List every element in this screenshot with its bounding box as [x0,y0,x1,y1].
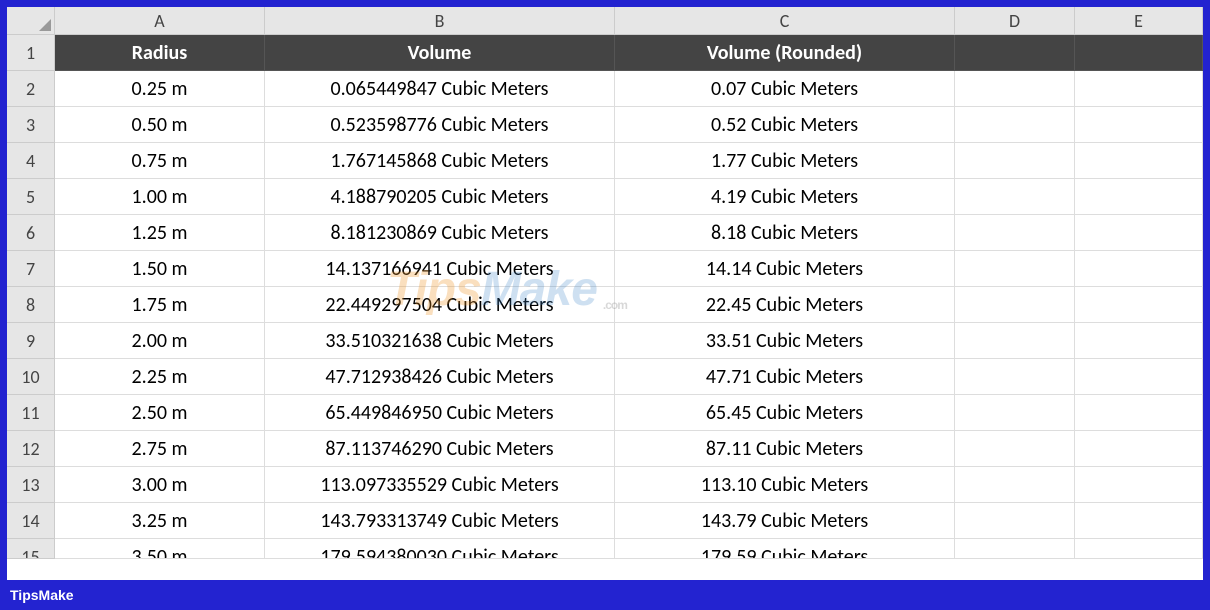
cell-A9[interactable]: 2.00 m [55,323,265,359]
cell-C2[interactable]: 0.07 Cubic Meters [615,71,955,107]
col-header-E[interactable]: E [1075,7,1203,35]
col-header-A[interactable]: A [55,7,265,35]
cell-B1-header-volume[interactable]: Volume [265,35,615,71]
cell-B14[interactable]: 143.793313749 Cubic Meters [265,503,615,539]
cell-B13[interactable]: 113.097335529 Cubic Meters [265,467,615,503]
cell-D1[interactable] [955,35,1075,71]
cell-A5[interactable]: 1.00 m [55,179,265,215]
cell-B3[interactable]: 0.523598776 Cubic Meters [265,107,615,143]
cell-E14[interactable] [1075,503,1203,539]
col-header-C[interactable]: C [615,7,955,35]
cell-C3[interactable]: 0.52 Cubic Meters [615,107,955,143]
cell-E5[interactable] [1075,179,1203,215]
cell-D13[interactable] [955,467,1075,503]
cell-D3[interactable] [955,107,1075,143]
cell-B10[interactable]: 47.712938426 Cubic Meters [265,359,615,395]
cell-D8[interactable] [955,287,1075,323]
cell-B4[interactable]: 1.767145868 Cubic Meters [265,143,615,179]
cell-E2[interactable] [1075,71,1203,107]
col-header-B[interactable]: B [265,7,615,35]
cell-A12[interactable]: 2.75 m [55,431,265,467]
cell-D15[interactable] [955,539,1075,559]
row-header-11[interactable]: 11 [7,395,55,431]
cell-E6[interactable] [1075,215,1203,251]
cell-C1-header-volume-rounded[interactable]: Volume (Rounded) [615,35,955,71]
cell-B5[interactable]: 4.188790205 Cubic Meters [265,179,615,215]
row-header-8[interactable]: 8 [7,287,55,323]
cell-E12[interactable] [1075,431,1203,467]
cell-D14[interactable] [955,503,1075,539]
cell-A7[interactable]: 1.50 m [55,251,265,287]
cell-E10[interactable] [1075,359,1203,395]
cell-B15[interactable]: 179.594380030 Cubic Meters [265,539,615,559]
row-header-3[interactable]: 3 [7,107,55,143]
cell-E13[interactable] [1075,467,1203,503]
cell-B7[interactable]: 14.137166941 Cubic Meters [265,251,615,287]
cell-A13[interactable]: 3.00 m [55,467,265,503]
row-header-13[interactable]: 13 [7,467,55,503]
cell-A3[interactable]: 0.50 m [55,107,265,143]
cell-E7[interactable] [1075,251,1203,287]
cell-B11[interactable]: 65.449846950 Cubic Meters [265,395,615,431]
cell-C11[interactable]: 65.45 Cubic Meters [615,395,955,431]
cell-C12[interactable]: 87.11 Cubic Meters [615,431,955,467]
spreadsheet-grid: A B C D E 1 Radius Volume Volume (Rounde… [7,7,1203,559]
cell-C7[interactable]: 14.14 Cubic Meters [615,251,955,287]
cell-D7[interactable] [955,251,1075,287]
row-header-4[interactable]: 4 [7,143,55,179]
row-header-2[interactable]: 2 [7,71,55,107]
cell-D9[interactable] [955,323,1075,359]
cell-A6[interactable]: 1.25 m [55,215,265,251]
row-header-5[interactable]: 5 [7,179,55,215]
cell-E4[interactable] [1075,143,1203,179]
row-header-10[interactable]: 10 [7,359,55,395]
cell-D10[interactable] [955,359,1075,395]
cell-D2[interactable] [955,71,1075,107]
cell-D6[interactable] [955,215,1075,251]
cell-A8[interactable]: 1.75 m [55,287,265,323]
select-all-corner[interactable] [7,7,55,35]
cell-C8[interactable]: 22.45 Cubic Meters [615,287,955,323]
cell-C5[interactable]: 4.19 Cubic Meters [615,179,955,215]
row-header-12[interactable]: 12 [7,431,55,467]
cell-E9[interactable] [1075,323,1203,359]
cell-E15[interactable] [1075,539,1203,559]
cell-B2[interactable]: 0.065449847 Cubic Meters [265,71,615,107]
cell-A10[interactable]: 2.25 m [55,359,265,395]
cell-B12[interactable]: 87.113746290 Cubic Meters [265,431,615,467]
cell-C9[interactable]: 33.51 Cubic Meters [615,323,955,359]
col-header-D[interactable]: D [955,7,1075,35]
row-header-9[interactable]: 9 [7,323,55,359]
cell-A1-header-radius[interactable]: Radius [55,35,265,71]
cell-C10[interactable]: 47.71 Cubic Meters [615,359,955,395]
cell-E1[interactable] [1075,35,1203,71]
row-header-14[interactable]: 14 [7,503,55,539]
row-header-15[interactable]: 15 [7,539,55,559]
cell-C13[interactable]: 113.10 Cubic Meters [615,467,955,503]
cell-A15[interactable]: 3.50 m [55,539,265,559]
cell-E11[interactable] [1075,395,1203,431]
row-header-1[interactable]: 1 [7,35,55,71]
cell-D5[interactable] [955,179,1075,215]
cell-D4[interactable] [955,143,1075,179]
row-header-6[interactable]: 6 [7,215,55,251]
cell-B8[interactable]: 22.449297504 Cubic Meters [265,287,615,323]
footer-attribution: TipsMake [0,580,1210,610]
cell-D11[interactable] [955,395,1075,431]
cell-E3[interactable] [1075,107,1203,143]
cell-B9[interactable]: 33.510321638 Cubic Meters [265,323,615,359]
cell-D12[interactable] [955,431,1075,467]
cell-A11[interactable]: 2.50 m [55,395,265,431]
cell-C4[interactable]: 1.77 Cubic Meters [615,143,955,179]
cell-B6[interactable]: 8.181230869 Cubic Meters [265,215,615,251]
cell-A14[interactable]: 3.25 m [55,503,265,539]
spreadsheet-frame: A B C D E 1 Radius Volume Volume (Rounde… [7,7,1203,580]
cell-C6[interactable]: 8.18 Cubic Meters [615,215,955,251]
cell-C14[interactable]: 143.79 Cubic Meters [615,503,955,539]
cell-A2[interactable]: 0.25 m [55,71,265,107]
row-header-7[interactable]: 7 [7,251,55,287]
cell-A4[interactable]: 0.75 m [55,143,265,179]
cell-E8[interactable] [1075,287,1203,323]
cell-C15[interactable]: 179.59 Cubic Meters [615,539,955,559]
